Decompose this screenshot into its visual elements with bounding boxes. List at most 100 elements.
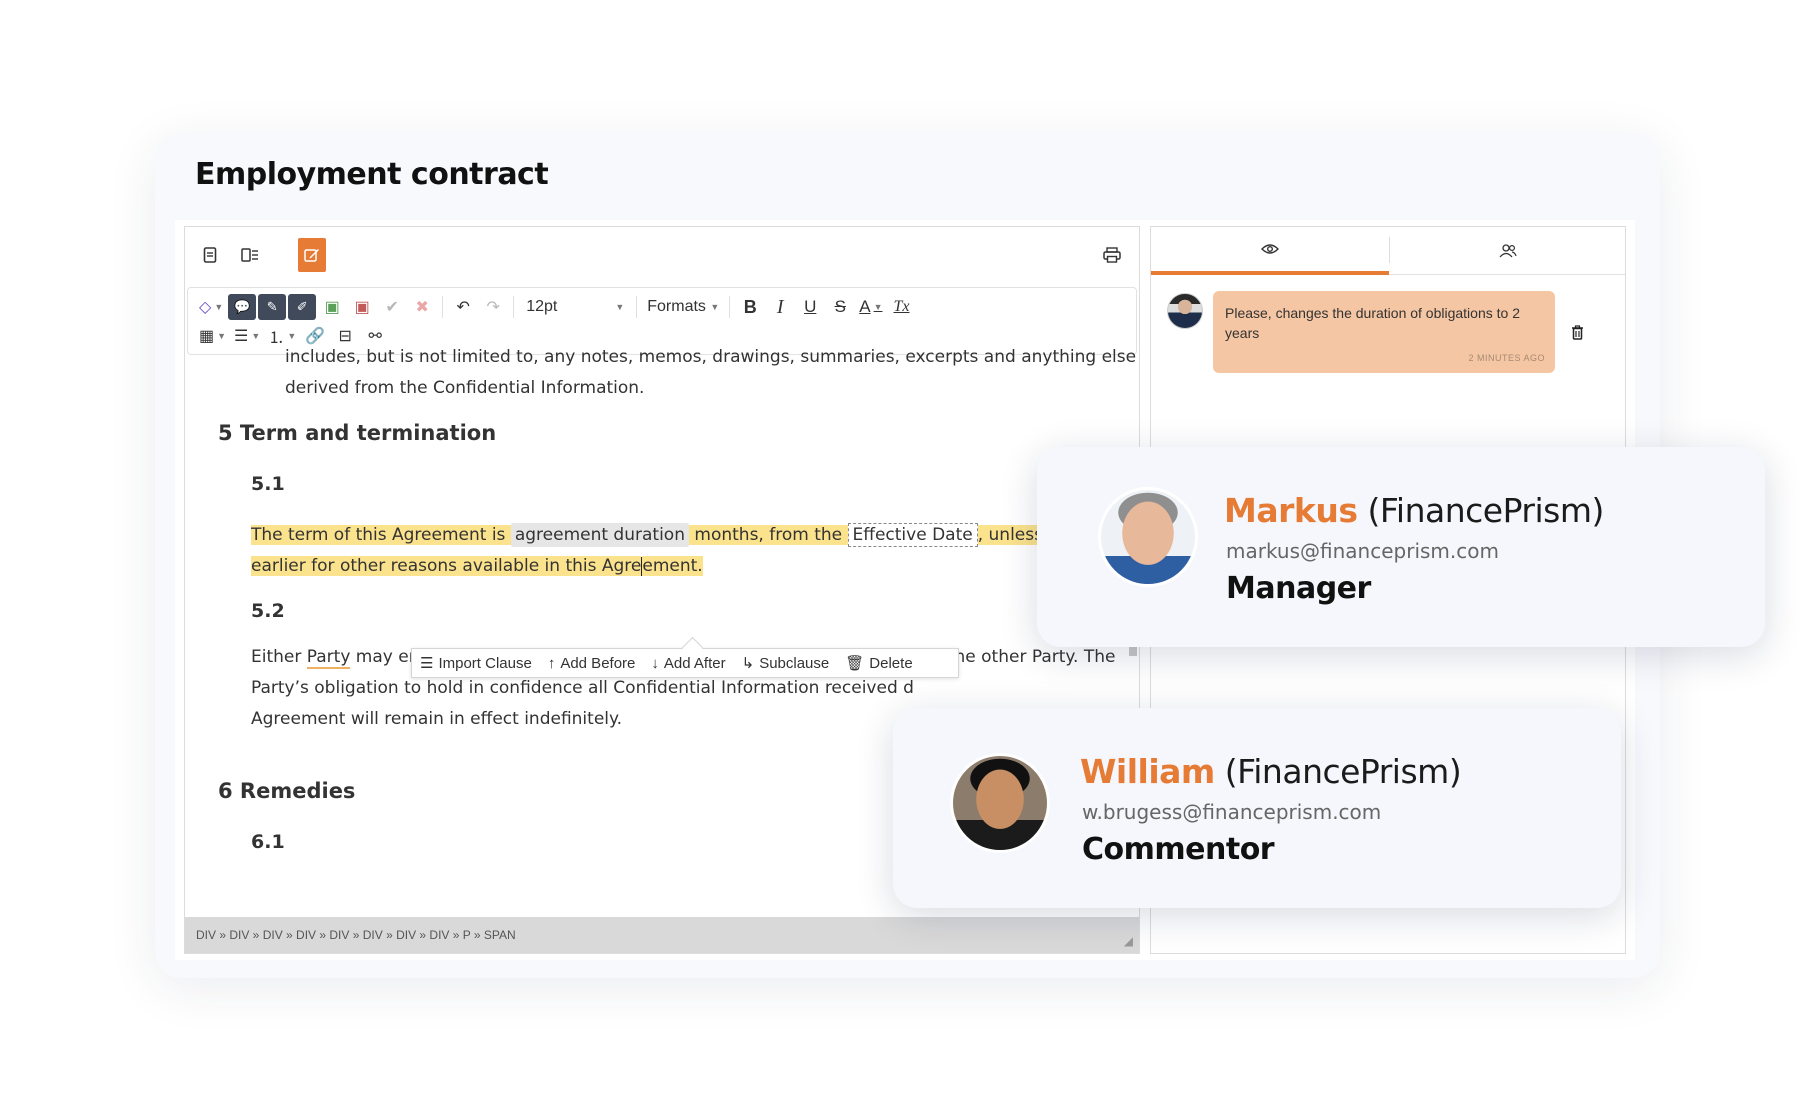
page-title: Employment contract [195, 157, 549, 192]
user-first-name: Markus [1224, 491, 1358, 530]
document-icon[interactable] [195, 238, 225, 272]
delete-label: Delete [869, 654, 913, 672]
field-party[interactable]: Party [306, 647, 351, 669]
comment-timestamp: 2 MINUTES AGO [1468, 353, 1545, 363]
clause-number: 5.2 [251, 600, 285, 622]
separator [442, 296, 444, 318]
track-changes-icon: ✎ [266, 299, 278, 314]
separator [513, 296, 515, 318]
delete-button[interactable]: 🗑 Delete [837, 649, 920, 677]
reject-all-icon: ▣ [354, 299, 370, 316]
user-org: (FinancePrism) [1214, 752, 1462, 791]
resize-handle-icon[interactable]: ◢ [1124, 934, 1133, 948]
trash-icon[interactable] [1571, 325, 1584, 345]
show-changes-icon: ✐ [296, 299, 308, 314]
strikethrough-button[interactable]: S [826, 294, 854, 320]
comment-button[interactable]: 💬 [228, 294, 257, 320]
subclause-button[interactable]: ↳ Subclause [734, 649, 838, 677]
user-email: markus@financeprism.com [1226, 539, 1499, 563]
field-agreement-duration[interactable]: agreement duration [510, 523, 689, 547]
reject-button[interactable]: ✖ [408, 294, 436, 320]
arrow-down-icon: ↓ [651, 654, 659, 672]
font-size-value: 12pt [526, 298, 558, 315]
user-card-markus: Markus (FinancePrism) markus@financepris… [1037, 447, 1765, 647]
avatar [950, 753, 1050, 853]
numbered-list-icon: ⒈ [268, 330, 285, 347]
subclause-arrow-icon: ↳ [741, 655, 755, 672]
accept-button[interactable]: ✔ [378, 294, 406, 320]
add-before-label: Add Before [560, 654, 636, 672]
tab-users[interactable] [1389, 227, 1627, 275]
import-clause-button[interactable]: ☰ Import Clause [412, 649, 540, 677]
user-first-name: William [1080, 752, 1215, 791]
comment-bubble[interactable]: Please, changes the duration of obligati… [1213, 291, 1555, 373]
comment-text: Please, changes the duration of obligati… [1225, 305, 1520, 341]
tab-view[interactable] [1151, 227, 1389, 275]
arrow-up-icon: ↑ [547, 654, 556, 672]
undo-icon: ↶ [456, 299, 470, 316]
add-before-button[interactable]: ↑ Add Before [540, 649, 644, 677]
add-after-label: Add After [663, 654, 726, 672]
clause-number: 6.1 [251, 831, 285, 853]
redo-icon: ↷ [486, 299, 500, 316]
clause-text: Either [251, 647, 307, 667]
show-changes-button[interactable]: ✐ [288, 294, 317, 320]
clause-toolbar: ☰ Import Clause ↑ Add Before ↓ Add After ↳ S… [411, 648, 959, 678]
track-changes-button[interactable]: ✎ [258, 294, 287, 320]
font-color-button[interactable]: A ▼ [856, 294, 885, 320]
italic-button[interactable]: I [766, 294, 794, 320]
element-path: DIV » DIV » DIV » DIV » DIV » DIV » DIV … [196, 928, 516, 942]
bold-button[interactable]: B [736, 294, 764, 320]
user-name: Markus (FinancePrism) [1224, 491, 1604, 530]
user-card-william: William (FinancePrism) w.brugess@finance… [893, 708, 1621, 908]
clear-format-button[interactable]: Tx [888, 294, 916, 320]
chevron-down-icon: ▼ [710, 302, 720, 312]
section-heading: 6 Remedies [218, 779, 356, 803]
section-heading: 5 Term and termination [218, 421, 497, 445]
add-after-button[interactable]: ↓ Add After [643, 649, 733, 677]
reject-all-button[interactable]: ▣ [348, 294, 376, 320]
bullet-list-button[interactable]: ☰ ▼ [231, 323, 263, 349]
accept-all-button[interactable]: ▣ [318, 294, 346, 320]
undo-button[interactable]: ↶ [449, 294, 477, 320]
edit-icon[interactable] [298, 238, 326, 272]
table-button[interactable]: ▦ ▼ [196, 323, 229, 349]
field-effective-date[interactable]: Effective Date [847, 523, 978, 547]
chevron-down-icon: ▼ [615, 302, 625, 312]
user-org: (FinancePrism) [1357, 491, 1604, 530]
highlighted-text: The term of this Agreement is [251, 525, 511, 545]
avatar [1167, 293, 1203, 329]
clause-5-1-text[interactable]: The term of this Agreement is agreement … [251, 520, 1073, 582]
clause-menu-button[interactable]: ◇ ▼ [196, 294, 226, 320]
user-role: Commentor [1082, 832, 1275, 867]
x-icon: ✖ [415, 299, 429, 316]
element-path-bar: DIV » DIV » DIV » DIV » DIV » DIV » DIV … [185, 917, 1139, 953]
bullet-list-icon: ☰ [234, 328, 249, 345]
highlighted-text: ement. [642, 556, 703, 576]
formats-select[interactable]: Formats ▼ [643, 294, 723, 320]
user-email: w.brugess@financeprism.com [1082, 800, 1382, 824]
separator [729, 296, 731, 318]
font-color-label: A [859, 297, 871, 316]
font-size-select[interactable]: 12pt ▼ [520, 294, 630, 320]
intro-line: derived from the Confidential Informatio… [285, 378, 645, 398]
highlighted-text: earlier for other reasons available in t… [251, 556, 642, 576]
redo-button[interactable]: ↷ [479, 294, 507, 320]
formats-label: Formats [647, 298, 706, 315]
eye-icon [1261, 244, 1279, 254]
list-icon[interactable] [235, 238, 265, 272]
print-icon[interactable] [1097, 238, 1127, 272]
user-role: Manager [1226, 571, 1371, 606]
check-icon: ✔ [385, 299, 399, 316]
underline-button[interactable]: U [796, 294, 824, 320]
user-name: William (FinancePrism) [1080, 752, 1462, 791]
toolbar-row-1: ◇ ▼ 💬 ✎ ✐ ▣ ▣ ✔ ✖ ↶ ↷ 12pt ▼ Formats ▼ B I … [196, 293, 916, 321]
list-icon: ☰ [420, 655, 434, 672]
editor-topbar [185, 227, 1139, 285]
accept-all-icon: ▣ [324, 299, 340, 316]
avatar [1098, 487, 1198, 587]
trash-icon: 🗑 [845, 655, 865, 672]
separator [636, 296, 638, 318]
comment-icon: 💬 [234, 299, 251, 314]
tab-underline [1389, 274, 1625, 275]
